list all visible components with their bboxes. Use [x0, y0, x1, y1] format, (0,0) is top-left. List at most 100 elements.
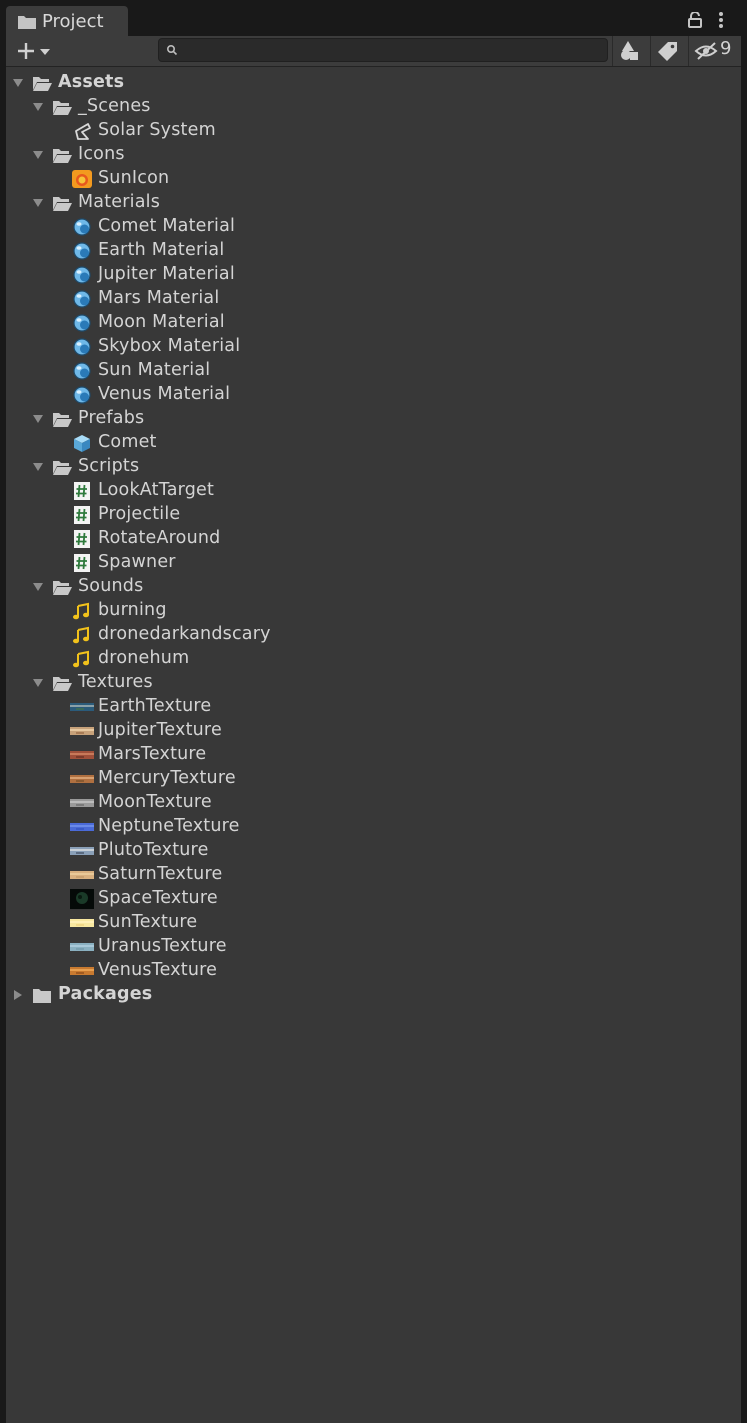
- folder-open-icon: [33, 77, 52, 91]
- material-icon: [73, 386, 91, 404]
- texture-icon: [70, 727, 94, 735]
- material-icon: [73, 290, 91, 308]
- texture-icon: [70, 889, 94, 909]
- tree-item-label: burning: [98, 600, 167, 620]
- tree-item[interactable]: Jupiter Material: [6, 263, 741, 287]
- tree-item-label: SunIcon: [98, 168, 170, 188]
- tree-item-label: Projectile: [98, 504, 181, 524]
- tree-item-label: dronehum: [98, 648, 190, 668]
- folder-open-icon: [53, 197, 72, 211]
- expand-arrow-down-icon[interactable]: [12, 77, 24, 89]
- expand-arrow-down-icon[interactable]: [32, 581, 44, 593]
- tree-item[interactable]: Sun Material: [6, 359, 741, 383]
- texture-icon: [70, 703, 94, 711]
- tree-item[interactable]: VenusTexture: [6, 959, 741, 983]
- tree-item[interactable]: NeptuneTexture: [6, 815, 741, 839]
- audio-clip-icon: [73, 650, 89, 668]
- folder-open-icon: [53, 461, 72, 475]
- tree-item-label: Packages: [58, 984, 153, 1004]
- expand-arrow-down-icon[interactable]: [32, 677, 44, 689]
- tree-item[interactable]: dronehum: [6, 647, 741, 671]
- tree-item[interactable]: MarsTexture: [6, 743, 741, 767]
- tree-item-label: Textures: [78, 672, 153, 692]
- tree-item-label: Earth Material: [98, 240, 225, 260]
- tree-item[interactable]: SunTexture: [6, 911, 741, 935]
- tree-item[interactable]: Skybox Material: [6, 335, 741, 359]
- folder-open-icon: [53, 101, 72, 115]
- material-icon: [73, 314, 91, 332]
- create-button[interactable]: [14, 39, 54, 63]
- texture-icon: [70, 823, 94, 831]
- tree-item[interactable]: Moon Material: [6, 311, 741, 335]
- divider: [688, 36, 689, 66]
- tree-item[interactable]: Materials: [6, 191, 741, 215]
- material-icon: [73, 242, 91, 260]
- audio-clip-icon: [73, 626, 89, 644]
- folder-icon: [33, 989, 51, 1003]
- texture-icon: [70, 943, 94, 951]
- tree-item[interactable]: SaturnTexture: [6, 863, 741, 887]
- tree-item-label: Moon Material: [98, 312, 225, 332]
- tree-item[interactable]: Solar System: [6, 119, 741, 143]
- search-by-label-icon[interactable]: [656, 39, 680, 63]
- tree-item[interactable]: Venus Material: [6, 383, 741, 407]
- tree-item[interactable]: Scripts: [6, 455, 741, 479]
- tree-item-label: SunTexture: [98, 912, 198, 932]
- lock-icon[interactable]: [688, 12, 702, 28]
- tree-item[interactable]: RotateAround: [6, 527, 741, 551]
- tree-item[interactable]: PlutoTexture: [6, 839, 741, 863]
- tree-item-label: JupiterTexture: [98, 720, 222, 740]
- expand-arrow-down-icon[interactable]: [32, 461, 44, 473]
- expand-arrow-down-icon[interactable]: [32, 101, 44, 113]
- tree-item[interactable]: Prefabs: [6, 407, 741, 431]
- tree-item[interactable]: _Scenes: [6, 95, 741, 119]
- tree-item[interactable]: Sounds: [6, 575, 741, 599]
- tree-item[interactable]: UranusTexture: [6, 935, 741, 959]
- tree-item-label: Mars Material: [98, 288, 220, 308]
- tree-item[interactable]: SpaceTexture: [6, 887, 741, 911]
- tree-item[interactable]: Icons: [6, 143, 741, 167]
- folder-open-icon: [53, 413, 72, 427]
- more-options-icon[interactable]: [718, 11, 724, 29]
- tree-item[interactable]: MercuryTexture: [6, 767, 741, 791]
- tree-item[interactable]: Packages: [6, 983, 741, 1007]
- tree-item[interactable]: dronedarkandscary: [6, 623, 741, 647]
- project-tree-panel[interactable]: Assets _Scenes Solar System Icons SunIcon Mat…: [6, 67, 741, 1423]
- project-toolbar: 9: [6, 36, 741, 67]
- tree-item[interactable]: Spawner: [6, 551, 741, 575]
- expand-arrow-down-icon[interactable]: [32, 149, 44, 161]
- search-by-type-icon[interactable]: [618, 39, 644, 63]
- tree-item[interactable]: EarthTexture: [6, 695, 741, 719]
- tree-item-label: MercuryTexture: [98, 768, 236, 788]
- tree-item-label: Scripts: [78, 456, 140, 476]
- tree-item[interactable]: Textures: [6, 671, 741, 695]
- material-icon: [73, 266, 91, 284]
- tree-item[interactable]: MoonTexture: [6, 791, 741, 815]
- tree-item-label: SpaceTexture: [98, 888, 218, 908]
- hidden-packages-icon[interactable]: [694, 39, 720, 63]
- tree-item[interactable]: Projectile: [6, 503, 741, 527]
- texture-icon: [70, 919, 94, 927]
- prefab-icon: [74, 435, 90, 452]
- expand-arrow-right-icon[interactable]: [12, 989, 24, 1001]
- search-input[interactable]: [158, 38, 608, 62]
- divider: [650, 36, 651, 66]
- expand-arrow-down-icon[interactable]: [32, 197, 44, 209]
- tree-item-label: SaturnTexture: [98, 864, 223, 884]
- tree-item[interactable]: burning: [6, 599, 741, 623]
- tree-item[interactable]: JupiterTexture: [6, 719, 741, 743]
- tree-item[interactable]: Comet: [6, 431, 741, 455]
- tree-item[interactable]: Mars Material: [6, 287, 741, 311]
- divider: [612, 36, 613, 66]
- tree-item[interactable]: Assets: [6, 71, 741, 95]
- expand-arrow-down-icon[interactable]: [32, 413, 44, 425]
- tab-project[interactable]: Project: [6, 6, 128, 36]
- tree-item-label: Jupiter Material: [98, 264, 235, 284]
- tree-item[interactable]: Earth Material: [6, 239, 741, 263]
- tree-item[interactable]: Comet Material: [6, 215, 741, 239]
- tree-item-label: EarthTexture: [98, 696, 212, 716]
- tree-item[interactable]: LookAtTarget: [6, 479, 741, 503]
- tree-item-label: Comet Material: [98, 216, 236, 236]
- tree-item[interactable]: SunIcon: [6, 167, 741, 191]
- material-icon: [73, 218, 91, 236]
